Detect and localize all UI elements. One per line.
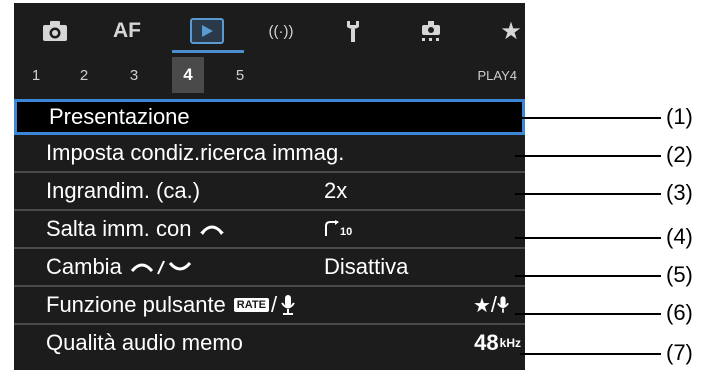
audio-rate-unit: kHz (499, 336, 521, 350)
dial-icon (199, 223, 224, 235)
callout-label: (7) (666, 340, 693, 365)
menu-item-label: Cambia (46, 254, 122, 279)
tab-af[interactable]: AF (100, 15, 154, 47)
menu-item-label: Funzione pulsante (46, 292, 226, 317)
menu-item-label-wrap: Funzione pulsante RATE / (46, 287, 295, 323)
menu-item-image-search[interactable]: Imposta condiz.ricerca immag. (14, 135, 525, 173)
tab-my-menu[interactable]: ★ (484, 15, 525, 47)
menu-item-label: Ingrandim. (ca.) (46, 178, 201, 203)
microphone-icon (281, 294, 295, 316)
callout-line (515, 275, 661, 277)
tab-custom-functions[interactable] (404, 15, 458, 47)
callout-line (520, 353, 661, 355)
subtab-5[interactable]: 5 (224, 58, 256, 92)
menu-item-audio-quality[interactable]: Qualità audio memo 48 kHz (14, 325, 525, 361)
star-icon: ★ (500, 17, 522, 45)
callout-line (515, 155, 661, 157)
subtab-3[interactable]: 3 (118, 58, 150, 92)
menu-item-switch-dials[interactable]: Cambia Disattiva (14, 249, 525, 287)
playback-icon (190, 18, 224, 44)
menu-item-value: Disattiva (324, 254, 409, 279)
subtab-4[interactable]: 4 (172, 57, 204, 93)
active-tab-indicator (172, 50, 244, 53)
menu-item-value-wrap: 48 kHz (474, 325, 521, 361)
sub-tab-bar: 1 2 3 4 5 PLAY4 (14, 57, 525, 94)
menu-list: Presentazione Imposta condiz.ricerca imm… (14, 98, 525, 361)
page-label: PLAY4 (477, 67, 517, 83)
menu-item-image-jump[interactable]: Salta imm. con 10 (14, 211, 525, 249)
menu-item-label-wrap: Salta imm. con (46, 211, 224, 247)
tab-setup[interactable] (326, 15, 380, 47)
callout-label: (2) (666, 142, 693, 167)
menu-item-slideshow[interactable]: Presentazione (14, 99, 525, 135)
wireless-icon: ((·)) (268, 22, 294, 40)
custom-functions-icon (418, 19, 444, 43)
microphone-icon (497, 295, 509, 315)
star-icon: ★ (472, 294, 491, 317)
wrench-icon (343, 19, 363, 43)
callout-line (515, 237, 661, 239)
menu-item-label: Presentazione (49, 104, 190, 129)
menu-item-label: Salta imm. con (46, 216, 192, 241)
tab-playback[interactable] (180, 15, 234, 47)
callout-label: (5) (666, 262, 693, 287)
tab-wireless[interactable]: ((·)) (254, 15, 308, 47)
camera-menu-screen: AF ((·)) ★ 1 2 3 4 5 PLAY4 Presentazione… (14, 3, 525, 370)
tab-shooting[interactable] (28, 15, 82, 47)
menu-item-value-wrap: ★ / (473, 287, 509, 323)
callout-label: (3) (666, 180, 693, 205)
main-tab-bar: AF ((·)) ★ (14, 3, 525, 58)
tab-af-label: AF (113, 19, 141, 42)
callout-line (515, 117, 661, 119)
menu-item-label-wrap: Cambia (46, 249, 192, 285)
camera-icon (42, 20, 68, 42)
audio-rate-value: 48 (474, 330, 499, 355)
callout-label: (6) (666, 300, 693, 325)
jump-value: 10 (340, 226, 353, 238)
callout-line (515, 313, 661, 315)
callout-line (515, 193, 661, 195)
menu-item-label: Qualità audio memo (46, 330, 243, 355)
rate-badge: RATE (233, 298, 269, 312)
menu-item-value-wrap: 10 (324, 211, 352, 247)
callout-label: (4) (666, 224, 693, 249)
subtab-2[interactable]: 2 (68, 58, 100, 92)
jump-10-icon: 10 (324, 220, 352, 238)
menu-item-button-function[interactable]: Funzione pulsante RATE / ★ / (14, 287, 525, 325)
dial-pair-icon (130, 259, 192, 275)
slash-separator: / (270, 292, 278, 317)
callout-label: (1) (666, 104, 693, 129)
menu-item-magnification[interactable]: Ingrandim. (ca.) 2x (14, 173, 525, 211)
menu-item-label: Imposta condiz.ricerca immag. (46, 140, 345, 165)
subtab-1[interactable]: 1 (20, 58, 52, 92)
menu-item-value: 2x (324, 178, 348, 203)
